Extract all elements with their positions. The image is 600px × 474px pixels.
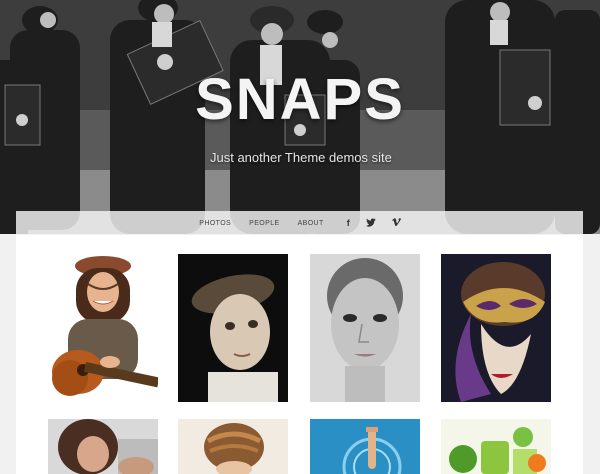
- twitter-icon[interactable]: [365, 217, 376, 229]
- gallery-item-green-drink[interactable]: [441, 419, 551, 474]
- social-links: f: [339, 217, 409, 229]
- gallery-item-masquerade-mask[interactable]: [441, 254, 551, 402]
- main-navigation: PHOTOS PEOPLE ABOUT f: [16, 211, 583, 234]
- woman-portrait-photo: [48, 419, 158, 474]
- green-drink-photo: [441, 419, 551, 474]
- child-portrait-photo: [178, 254, 288, 402]
- gallery-item-woman-face-portrait[interactable]: [310, 254, 420, 402]
- nav-item-people[interactable]: PEOPLE: [249, 220, 279, 227]
- nav-item-photos[interactable]: PHOTOS: [199, 220, 231, 227]
- site-tagline: Just another Theme demos site: [210, 150, 392, 165]
- masquerade-mask-photo: [441, 254, 551, 402]
- hero-header: SNAPS Just another Theme demos site PHOT…: [0, 0, 600, 234]
- nav-item-about[interactable]: ABOUT: [298, 220, 324, 227]
- braided-hair-photo: [178, 419, 288, 474]
- water-splash-photo: [310, 419, 420, 474]
- site-title[interactable]: SNAPS: [0, 66, 600, 133]
- gallery-item-child-portrait[interactable]: [178, 254, 288, 402]
- woman-face-photo: [310, 254, 420, 402]
- gallery-item-braided-hair[interactable]: [178, 419, 288, 474]
- woman-with-guitar-photo: [48, 254, 158, 402]
- gallery-item-woman-with-guitar[interactable]: [48, 254, 158, 402]
- facebook-icon[interactable]: f: [347, 218, 350, 228]
- gallery-item-water-splash[interactable]: [310, 419, 420, 474]
- vimeo-icon[interactable]: [391, 218, 401, 228]
- gallery-item-woman-portrait[interactable]: [48, 419, 158, 474]
